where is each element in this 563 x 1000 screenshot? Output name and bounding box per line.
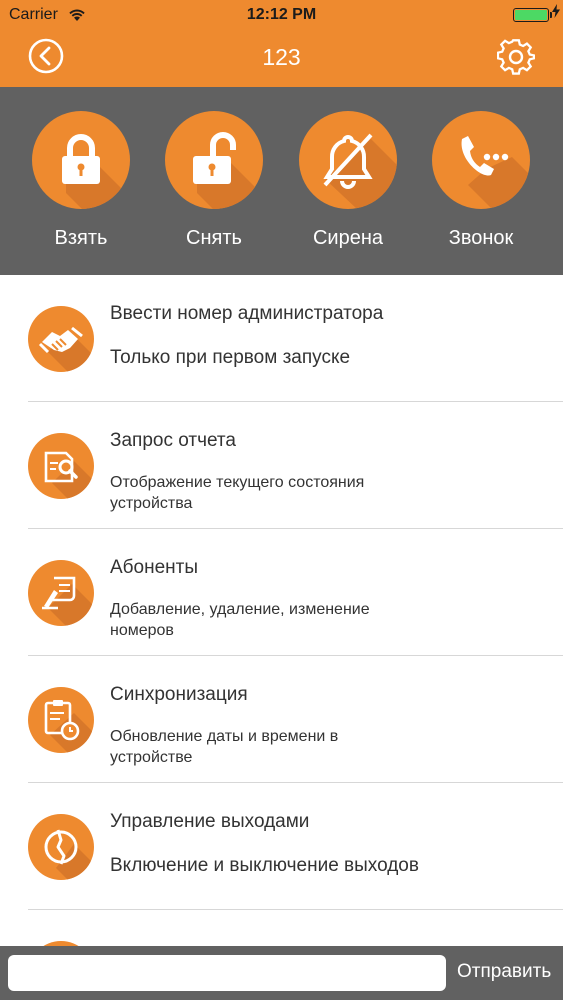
list-item-title: Синхронизация [110, 684, 248, 705]
list-item-title: Управление выходами [110, 811, 310, 832]
report-search-icon [28, 433, 94, 499]
call-label: Звонок [448, 227, 514, 249]
list-item-subtitle: Только при первом запуске [110, 347, 351, 368]
list-item-subtitle: Отображение текущего состояния устройств… [110, 474, 365, 512]
list-item-subtitle: Включение и выключение выходов [110, 855, 419, 876]
list-item-title: Ввести номер администратора [110, 303, 384, 324]
disarm-label: Снять [186, 227, 242, 249]
lock-open-icon [193, 132, 236, 184]
arm-button[interactable]: Взять [26, 111, 136, 250]
clipboard-clock-icon [28, 687, 94, 753]
list-item-subscribers[interactable]: Абоненты Добавление, удаление, изменение… [0, 529, 563, 656]
bell-off-icon [323, 133, 373, 189]
page-title: 123 [262, 44, 301, 70]
list-item-outputs[interactable]: Управление выходами Включение и выключен… [0, 783, 563, 910]
lock-closed-icon [62, 134, 100, 184]
disarm-button[interactable]: Снять [159, 111, 269, 250]
command-list: Ввести номер администратора Только при п… [0, 275, 563, 950]
siren-label: Сирена [312, 227, 384, 249]
command-input-bar: Отправить [0, 946, 563, 1000]
outputs-icon [28, 814, 94, 880]
battery-icon [513, 8, 552, 22]
subscribers-icon [28, 560, 94, 626]
command-input[interactable] [8, 955, 446, 991]
list-item-admin-number[interactable]: Ввести номер администратора Только при п… [0, 275, 563, 402]
gear-icon[interactable] [497, 38, 535, 76]
clock-time: 12:12 PM [246, 6, 317, 23]
list-item-subtitle: Обновление даты и времени в устройстве [110, 728, 339, 766]
quick-actions-panel: Взять Снять Сирена Звонок [0, 87, 563, 275]
phone-dots-icon [461, 136, 509, 176]
list-item-sync[interactable]: Синхронизация Обновление даты и времени … [0, 656, 563, 783]
status-bar: Carrier 12:12 PM [0, 0, 563, 30]
list-item-title: Абоненты [110, 557, 199, 578]
list-item-partial[interactable] [0, 910, 563, 950]
handshake-icon [28, 306, 94, 372]
call-button[interactable]: Звонок [426, 111, 536, 250]
charging-bolt-icon [552, 4, 560, 18]
siren-button[interactable]: Сирена [293, 111, 403, 250]
list-item-report-request[interactable]: Запрос отчета Отображение текущего состо… [0, 402, 563, 529]
navigation-bar: 123 [0, 30, 563, 87]
send-button[interactable]: Отправить [457, 961, 551, 983]
arm-label: Взять [54, 227, 108, 249]
list-item-title: Запрос отчета [110, 430, 236, 451]
list-item-subtitle: Добавление, удаление, изменение номеров [110, 601, 370, 639]
